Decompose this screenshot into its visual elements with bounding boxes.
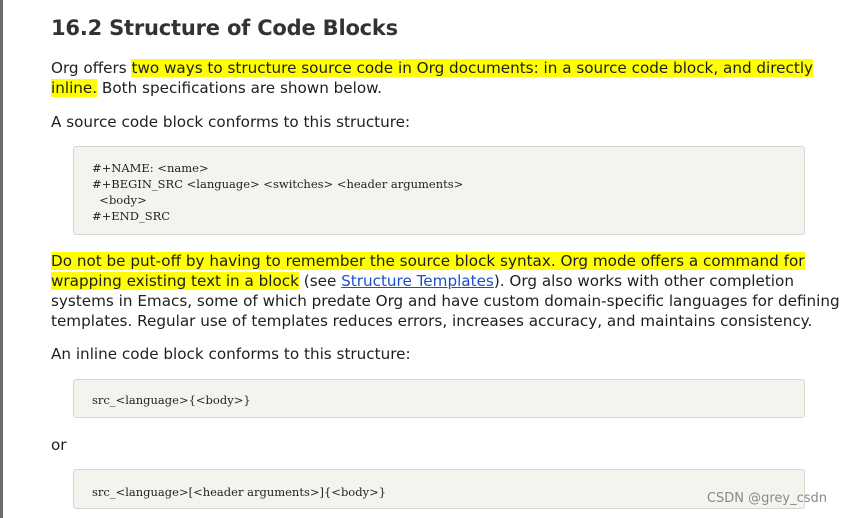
intro-lead: Org offers bbox=[51, 59, 132, 77]
code-line: src_<language>[<header arguments>]{<body… bbox=[92, 485, 387, 499]
watermark-text: CSDN @grey_csdn bbox=[706, 491, 827, 506]
inline-block-intro: An inline code block conforms to this st… bbox=[51, 345, 411, 363]
source-block-intro: A source code block conforms to this str… bbox=[51, 113, 411, 131]
code-line: #+END_SRC bbox=[92, 209, 171, 223]
reminder-line-1: Do not be put-off by having to remember … bbox=[51, 251, 811, 271]
inline-code-block-2: src_<language>[<header arguments>]{<body… bbox=[73, 469, 805, 509]
intro-highlight-2: inline. bbox=[51, 79, 98, 97]
intro-highlight-1: two ways to structure source code in Org… bbox=[131, 59, 814, 77]
structure-templates-link[interactable]: Structure Templates bbox=[341, 272, 494, 290]
section-title: 16.2 Structure of Code Blocks bbox=[51, 16, 398, 40]
left-border-rule bbox=[0, 0, 3, 518]
code-line: <body> bbox=[92, 193, 147, 207]
reminder-line-2: wrapping existing text in a block (see S… bbox=[51, 271, 811, 291]
inline-code-block-1: src_<language>{<body>} bbox=[73, 379, 805, 418]
or-text: or bbox=[51, 436, 67, 454]
reminder-highlight-1: Do not be put-off by having to remember … bbox=[51, 252, 805, 270]
intro-tail: Both specifications are shown below. bbox=[97, 79, 383, 97]
code-line: src_<language>{<body>} bbox=[92, 393, 251, 407]
reminder-paragraph: Do not be put-off by having to remember … bbox=[51, 251, 840, 331]
source-code-block: #+NAME: <name> #+BEGIN_SRC <language> <s… bbox=[73, 146, 805, 235]
reminder-highlight-2: wrapping existing text in a block bbox=[51, 272, 299, 290]
intro-paragraph: Org offers two ways to structure source … bbox=[51, 58, 814, 98]
reminder-line-4: templates. Regular use of templates redu… bbox=[51, 312, 813, 330]
reminder-see-open: (see bbox=[298, 272, 342, 290]
intro-line-1: Org offers two ways to structure source … bbox=[51, 58, 814, 78]
code-line: #+NAME: <name> bbox=[92, 161, 209, 175]
reminder-after-link: ). Org also works with other completion bbox=[493, 272, 794, 290]
code-line: #+BEGIN_SRC <language> <switches> <heade… bbox=[92, 177, 464, 191]
intro-line-2: inline. Both specifications are shown be… bbox=[51, 78, 811, 98]
reminder-line-3: systems in Emacs, some of which predate … bbox=[51, 292, 840, 310]
